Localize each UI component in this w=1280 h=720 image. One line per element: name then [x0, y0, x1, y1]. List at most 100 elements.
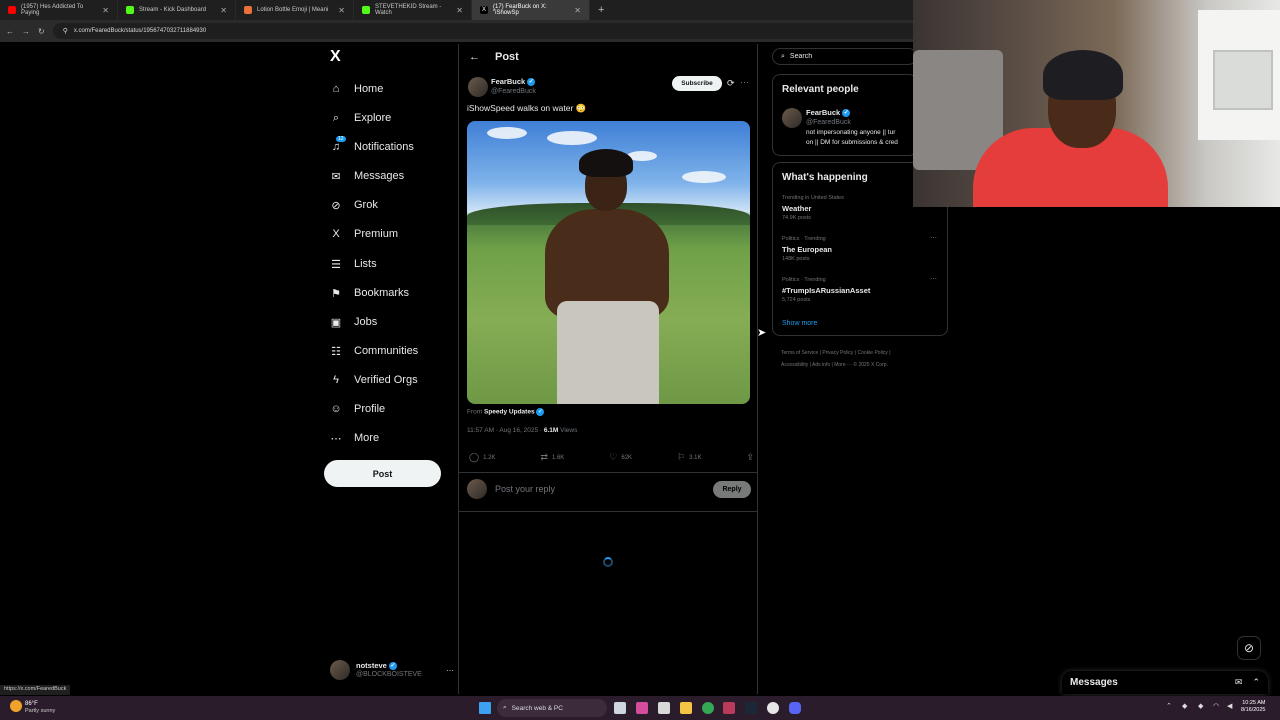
nav-item-home[interactable]: ⌂ Home: [330, 79, 384, 99]
weather-temp: 86°F: [25, 701, 38, 707]
trend-more-icon[interactable]: ⋯: [930, 275, 937, 283]
trend-name[interactable]: The European: [782, 245, 832, 254]
windows-start-icon[interactable]: [479, 702, 491, 714]
person-shorts-shape: [557, 301, 659, 404]
lightning-icon: ϟ: [333, 374, 339, 386]
person-bio-line: on || DM for submissions & cred: [806, 139, 898, 146]
tray-app-icon[interactable]: ◆: [1182, 702, 1187, 710]
account-switcher[interactable]: notsteve ✓ @BLOCKBOISTEVE ···: [330, 660, 454, 680]
reply-input[interactable]: [495, 484, 705, 494]
search-input[interactable]: [789, 53, 900, 60]
post-actions: ◯ 1.2K ⇄ 1.6K ♡ 62K ⚐ 3.1K ⇪: [469, 452, 754, 463]
author-name[interactable]: FearBuck: [491, 77, 525, 86]
browser-tab-4[interactable]: STEVETHEKID Stream - Watch ✕: [354, 0, 472, 20]
more-circle-icon: ⋯: [330, 432, 342, 445]
chrome-icon[interactable]: [702, 702, 714, 714]
file-explorer-icon[interactable]: [680, 702, 692, 714]
nav-item-profile[interactable]: ☺ Profile: [330, 399, 385, 419]
browser-tab-1[interactable]: (1957) Hes Addicted To Paying ✕: [0, 0, 118, 20]
share-icon: ⇪: [746, 452, 754, 462]
browser-tab-5[interactable]: X (17) FearBuck on X: "iShowSp ✕: [472, 0, 590, 20]
post-button[interactable]: Post: [324, 460, 441, 487]
discord-icon[interactable]: [789, 702, 801, 714]
nav-item-verified-orgs[interactable]: ϟ Verified Orgs: [330, 370, 418, 390]
tray-chevron-icon[interactable]: ⌃: [1166, 702, 1172, 710]
browser-tab-2[interactable]: Stream - Kick Dashboard ✕: [118, 0, 236, 20]
trend-name[interactable]: Weather: [782, 204, 811, 213]
obs-icon[interactable]: [723, 702, 735, 714]
nav-item-jobs[interactable]: ▣ Jobs: [330, 312, 377, 332]
accessibility-link[interactable]: Accessibility: [781, 362, 808, 368]
expand-icon[interactable]: ⌃: [1252, 677, 1260, 688]
post-timestamp[interactable]: 11:57 AM · Aug 16, 2025 ·: [467, 427, 544, 434]
show-more-link[interactable]: Show more: [782, 320, 817, 327]
avatar: [467, 479, 487, 499]
nav-item-lists[interactable]: ☰ Lists: [330, 254, 377, 274]
nav-item-explore[interactable]: ⌕ Explore: [330, 108, 391, 128]
nav-item-communities[interactable]: ☷ Communities: [330, 341, 418, 361]
reply-action[interactable]: ◯ 1.2K: [469, 452, 495, 463]
store-icon[interactable]: [658, 702, 670, 714]
nav-item-messages[interactable]: ✉ Messages: [330, 166, 404, 186]
subscribe-button[interactable]: Subscribe: [672, 76, 722, 91]
person-name[interactable]: FearBuck: [806, 108, 840, 117]
taskbar-search[interactable]: ⌕ Search web & PC: [497, 699, 607, 717]
share-action[interactable]: ⇪: [746, 452, 754, 463]
terms-link[interactable]: Terms of Service: [781, 350, 818, 356]
steam-icon[interactable]: [745, 702, 757, 714]
reply-button[interactable]: Reply: [713, 480, 751, 498]
trend-name[interactable]: #TrumpIsARussianAsset: [782, 286, 870, 295]
clock[interactable]: 10:25 AM 8/16/2025: [1241, 700, 1265, 714]
nav-item-bookmarks[interactable]: ⚑ Bookmarks: [330, 283, 409, 303]
author-handle[interactable]: @FearedBuck: [491, 87, 536, 97]
messages-drawer[interactable]: Messages ✉ ⌃: [1062, 671, 1268, 694]
account-more-icon[interactable]: ···: [446, 666, 454, 675]
new-tab-icon[interactable]: +: [590, 4, 612, 16]
x-logo-icon[interactable]: X: [330, 48, 341, 66]
grok-floating-icon[interactable]: ⊘: [1237, 636, 1261, 660]
site-info-icon[interactable]: ⚲: [63, 27, 68, 35]
copilot-icon[interactable]: [636, 702, 648, 714]
reply-composer: Reply: [467, 478, 751, 500]
person-bio-line: not impersonating anyone || tur: [806, 129, 896, 136]
kick-icon: [362, 6, 370, 14]
close-icon[interactable]: ✕: [456, 6, 463, 15]
tray-app-icon[interactable]: ◆: [1198, 702, 1203, 710]
like-action[interactable]: ♡ 62K: [609, 452, 632, 463]
forward-icon[interactable]: →: [22, 27, 30, 36]
volume-icon[interactable]: ◀: [1227, 702, 1232, 710]
avatar[interactable]: [782, 108, 802, 128]
source-account[interactable]: Speedy Updates: [484, 409, 535, 416]
weather-desc: Partly sunny: [25, 708, 56, 714]
close-icon[interactable]: ✕: [102, 6, 109, 15]
close-icon[interactable]: ✕: [220, 6, 227, 15]
author-avatar[interactable]: [468, 77, 488, 97]
bookmark-action[interactable]: ⚐ 3.1K: [677, 452, 701, 463]
nav-item-premium[interactable]: X Premium: [330, 224, 398, 244]
ads-info-link[interactable]: Ads info: [812, 362, 830, 368]
grok-explain-icon[interactable]: ⟳: [727, 78, 735, 89]
post-image[interactable]: [467, 121, 750, 404]
browser-tab-3[interactable]: Lotion Bottle Emoji | Meani ✕: [236, 0, 354, 20]
app-icon[interactable]: [767, 702, 779, 714]
nav-item-more[interactable]: ⋯ More: [330, 428, 380, 448]
card-title: Relevant people: [782, 84, 859, 95]
nav-item-notifications[interactable]: ♫ 12 Notifications: [330, 136, 414, 157]
close-icon[interactable]: ✕: [574, 6, 581, 15]
close-icon[interactable]: ✕: [338, 6, 345, 15]
repost-action[interactable]: ⇄ 1.6K: [540, 452, 564, 463]
compose-message-icon[interactable]: ✉: [1235, 677, 1243, 688]
task-view-icon[interactable]: [614, 702, 626, 714]
reload-icon[interactable]: ↻: [38, 27, 45, 36]
cookie-link[interactable]: Cookie Policy: [858, 350, 888, 356]
more-options-icon[interactable]: ⋯: [740, 77, 749, 88]
back-arrow-icon[interactable]: ←: [469, 51, 480, 63]
people-icon: ☷: [331, 345, 341, 358]
wifi-icon[interactable]: ◠: [1213, 702, 1219, 710]
trend-more-icon[interactable]: ⋯: [930, 234, 937, 242]
search-box[interactable]: ⌕: [772, 48, 917, 65]
more-link[interactable]: More ···: [834, 362, 852, 368]
nav-item-grok[interactable]: ⊘ Grok: [330, 195, 377, 215]
back-icon[interactable]: ←: [6, 27, 14, 36]
privacy-link[interactable]: Privacy Policy: [822, 350, 853, 356]
